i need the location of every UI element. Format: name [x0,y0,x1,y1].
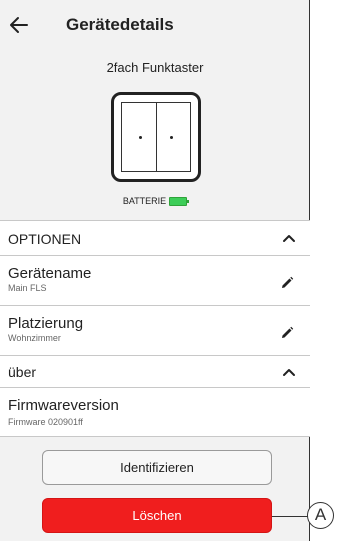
device-type-label: 2fach Funktaster [106,60,204,75]
callout-marker: A [307,502,334,529]
pencil-icon[interactable] [280,326,294,340]
battery-label: BATTERIE [122,196,167,206]
right-rocker-dot [170,136,173,139]
about-label: über [8,364,37,380]
left-rocker-dot [139,136,142,139]
about-section-header[interactable]: über [0,355,310,387]
delete-button[interactable]: Löschen [42,498,272,533]
placement-value: Wohnzimmer [8,333,61,343]
switch-illustration [111,92,201,182]
battery-status: BATTERIE [0,196,310,207]
device-details-screen: Gerätedetails 2fach Funktaster BATTERIE … [0,0,310,541]
header: Gerätedetails [0,0,310,50]
switch-rocker [121,102,191,172]
device-name-value: Main FLS [8,283,47,293]
pencil-icon[interactable] [280,276,294,290]
identify-button[interactable]: Identifizieren [42,450,272,485]
chevron-up-icon[interactable] [282,233,296,243]
placement-label: Platzierung [8,315,84,332]
firmware-row: Firmwareversion Firmware 020901ff [0,387,310,437]
rocker-divider [156,103,157,171]
back-arrow-icon[interactable] [8,14,30,36]
battery-icon [169,197,190,207]
firmware-value: Firmware 020901ff [8,417,83,427]
chevron-up-icon[interactable] [282,367,296,377]
callout-line [272,516,308,517]
options-label: OPTIONEN [8,231,82,247]
page-title: Gerätedetails [66,15,174,34]
options-section-header[interactable]: OPTIONEN [0,220,310,255]
firmware-label: Firmwareversion [8,397,119,414]
placement-row[interactable]: Platzierung Wohnzimmer [0,305,310,355]
device-name-row[interactable]: Gerätename Main FLS [0,255,310,305]
device-name-label: Gerätename [8,265,92,282]
